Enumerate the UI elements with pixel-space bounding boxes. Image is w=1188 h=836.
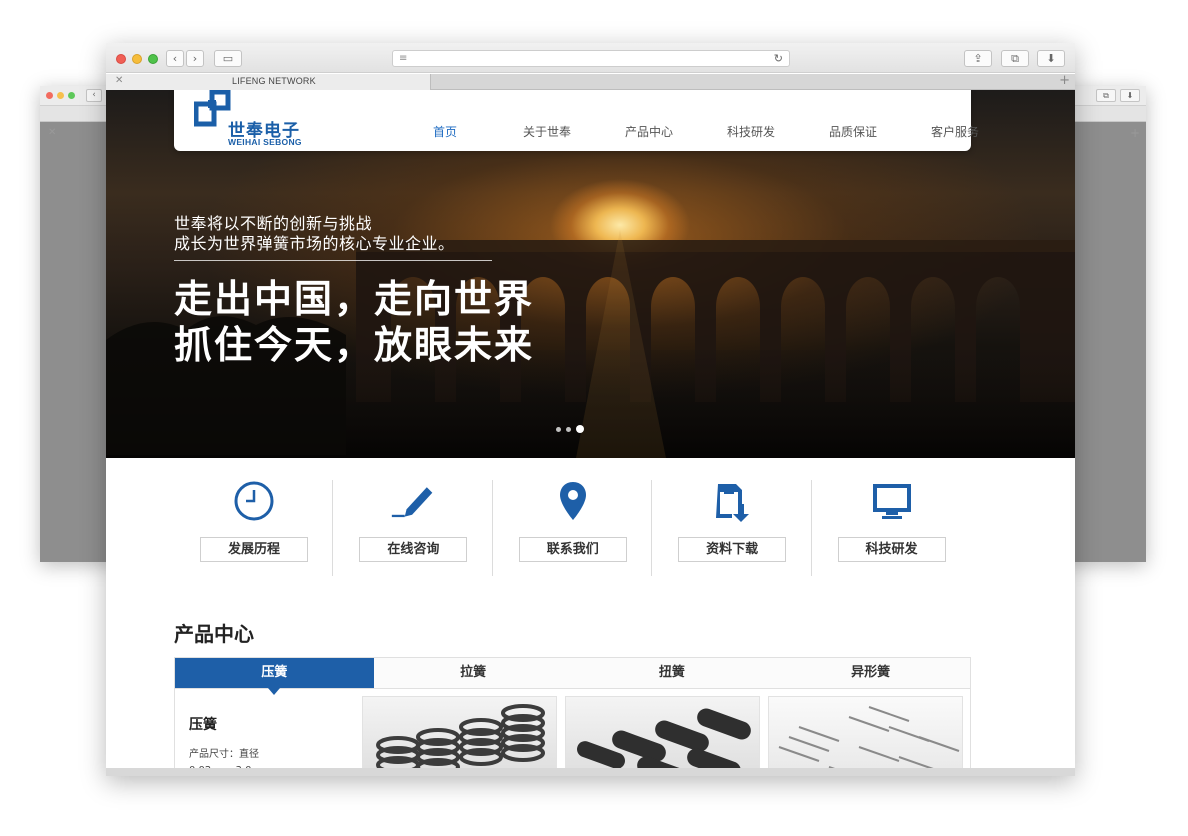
site-logo[interactable]: 世奉电子 WEIHAI SEBONG: [194, 90, 304, 148]
download-icon: [709, 480, 755, 522]
share-button[interactable]: ⇪: [964, 50, 992, 67]
slider-dot-2[interactable]: [566, 426, 571, 432]
tab-bar: ✕ LIFENG NETWORK +: [106, 73, 1075, 90]
web-page-viewport: 世奉将以不断的创新与挑战 成长为世界弹簧市场的核心专业企业。 走出中国，走向世界…: [106, 90, 1075, 776]
nav-item-quality[interactable]: 品质保证: [802, 123, 904, 140]
hero-subtitle: 世奉将以不断的创新与挑战 成长为世界弹簧市场的核心专业企业。: [174, 214, 455, 254]
back-button[interactable]: ‹: [166, 50, 184, 67]
tab-title: LIFENG NETWORK: [232, 76, 316, 86]
quick-link-label[interactable]: 在线咨询: [359, 537, 468, 562]
zoom-dot-icon: [68, 92, 75, 99]
quick-link-history[interactable]: 发展历程: [174, 480, 334, 576]
address-bar[interactable]: ≡ ↻: [392, 50, 790, 67]
quick-link-label[interactable]: 科技研发: [837, 537, 946, 562]
hero-title-line-2: 抓住今天，放眼未来: [174, 323, 535, 367]
quick-link-download[interactable]: 资料下载: [652, 480, 812, 576]
tab-special-spring[interactable]: 异形簧: [771, 658, 970, 688]
product-name: 压簧: [189, 717, 217, 733]
tab-torsion-spring[interactable]: 扭簧: [573, 658, 772, 688]
nav-item-about[interactable]: 关于世奉: [496, 123, 598, 140]
slider-pagination: [556, 425, 584, 433]
reader-icon[interactable]: ≡: [399, 54, 407, 64]
forward-button[interactable]: ›: [186, 50, 204, 67]
traffic-lights: [116, 54, 158, 64]
screenshot-stage: ‹ ⧉ ⬇ ✕ + ‹ › ▭ ≡ ↻ ⇪ ⧉ ⬇ ✕ LIFENG NETWO…: [0, 0, 1188, 836]
new-tab-icon[interactable]: +: [1059, 73, 1070, 88]
hero-divider: [174, 260, 492, 261]
nav-item-home[interactable]: 首页: [394, 123, 496, 140]
logo-english-text: WEIHAI SEBONG: [228, 137, 302, 147]
quick-link-contact[interactable]: 联系我们: [493, 480, 653, 576]
nav-item-service[interactable]: 客户服务: [904, 123, 1006, 140]
quick-link-label[interactable]: 发展历程: [200, 537, 308, 562]
product-spec: 产品尺寸：直径: [189, 749, 259, 760]
quick-links: 发展历程 在线咨询 联系我们 资料下载 科技研发: [174, 480, 971, 576]
pen-icon: [390, 480, 436, 522]
page-bottom-edge: [106, 768, 1075, 776]
browser-toolbar: ‹ › ▭ ≡ ↻ ⇪ ⧉ ⬇: [106, 43, 1075, 73]
browser-tab-active[interactable]: ✕ LIFENG NETWORK: [106, 74, 431, 90]
hero-subtitle-line-1: 世奉将以不断的创新与挑战: [174, 214, 373, 233]
slider-dot-1[interactable]: [556, 426, 561, 432]
section-title-products: 产品中心: [174, 622, 254, 646]
zoom-window-icon[interactable]: [148, 54, 158, 64]
sidebar-toggle-button[interactable]: ▭: [214, 50, 242, 67]
hero-title: 走出中国，走向世界 抓住今天，放眼未来: [174, 276, 534, 368]
clock-icon: [231, 480, 277, 522]
product-image-torsion-springs[interactable]: [768, 696, 963, 776]
quick-link-label[interactable]: 资料下载: [678, 537, 787, 562]
hero-subtitle-line-2: 成长为世界弹簧市场的核心专业企业。: [174, 234, 455, 253]
product-panel: 压簧 产品尺寸：直径 0.02~ ... 3.0: [174, 689, 971, 776]
quick-link-label[interactable]: 联系我们: [518, 537, 627, 562]
tabs-overview-button[interactable]: ⧉: [1001, 50, 1029, 67]
monitor-icon: [869, 480, 915, 522]
product-tabs: 压簧 拉簧 扭簧 异形簧: [174, 657, 971, 695]
tab-close-icon[interactable]: ✕: [115, 75, 123, 86]
product-image-tension-springs[interactable]: [565, 696, 760, 776]
downloads-button[interactable]: ⬇: [1037, 50, 1065, 67]
site-header: 世奉电子 WEIHAI SEBONG 首页 关于世奉 产品中心 科技研发 品质保…: [174, 90, 979, 151]
hero-title-line-1: 走出中国，走向世界: [174, 277, 535, 321]
background-download-icon[interactable]: ⬇: [1120, 89, 1140, 102]
nav-item-rnd[interactable]: 科技研发: [700, 123, 802, 140]
close-dot-icon: [46, 92, 53, 99]
location-pin-icon: [550, 480, 596, 522]
reload-icon[interactable]: ↻: [774, 52, 783, 65]
quick-link-consult[interactable]: 在线咨询: [333, 480, 493, 576]
slider-dot-3-active[interactable]: [576, 425, 584, 433]
background-back-button[interactable]: ‹: [86, 89, 102, 102]
minimize-window-icon[interactable]: [132, 54, 142, 64]
background-tab-close-icon[interactable]: ✕: [48, 127, 56, 138]
main-navigation: 首页 关于世奉 产品中心 科技研发 品质保证 客户服务: [394, 123, 1006, 140]
minimize-dot-icon: [57, 92, 64, 99]
tab-tension-spring[interactable]: 拉簧: [374, 658, 573, 688]
background-tabs-icon[interactable]: ⧉: [1096, 89, 1116, 102]
quick-link-rnd[interactable]: 科技研发: [812, 480, 971, 576]
browser-window: ‹ › ▭ ≡ ↻ ⇪ ⧉ ⬇ ✕ LIFENG NETWORK + 世奉将以不…: [106, 43, 1075, 776]
background-new-tab-icon[interactable]: +: [1130, 126, 1140, 140]
tab-compression-spring[interactable]: 压簧: [175, 658, 374, 695]
product-image-compression-springs[interactable]: [362, 696, 557, 776]
close-window-icon[interactable]: [116, 54, 126, 64]
nav-item-products[interactable]: 产品中心: [598, 123, 700, 140]
background-traffic-lights: [46, 92, 75, 99]
